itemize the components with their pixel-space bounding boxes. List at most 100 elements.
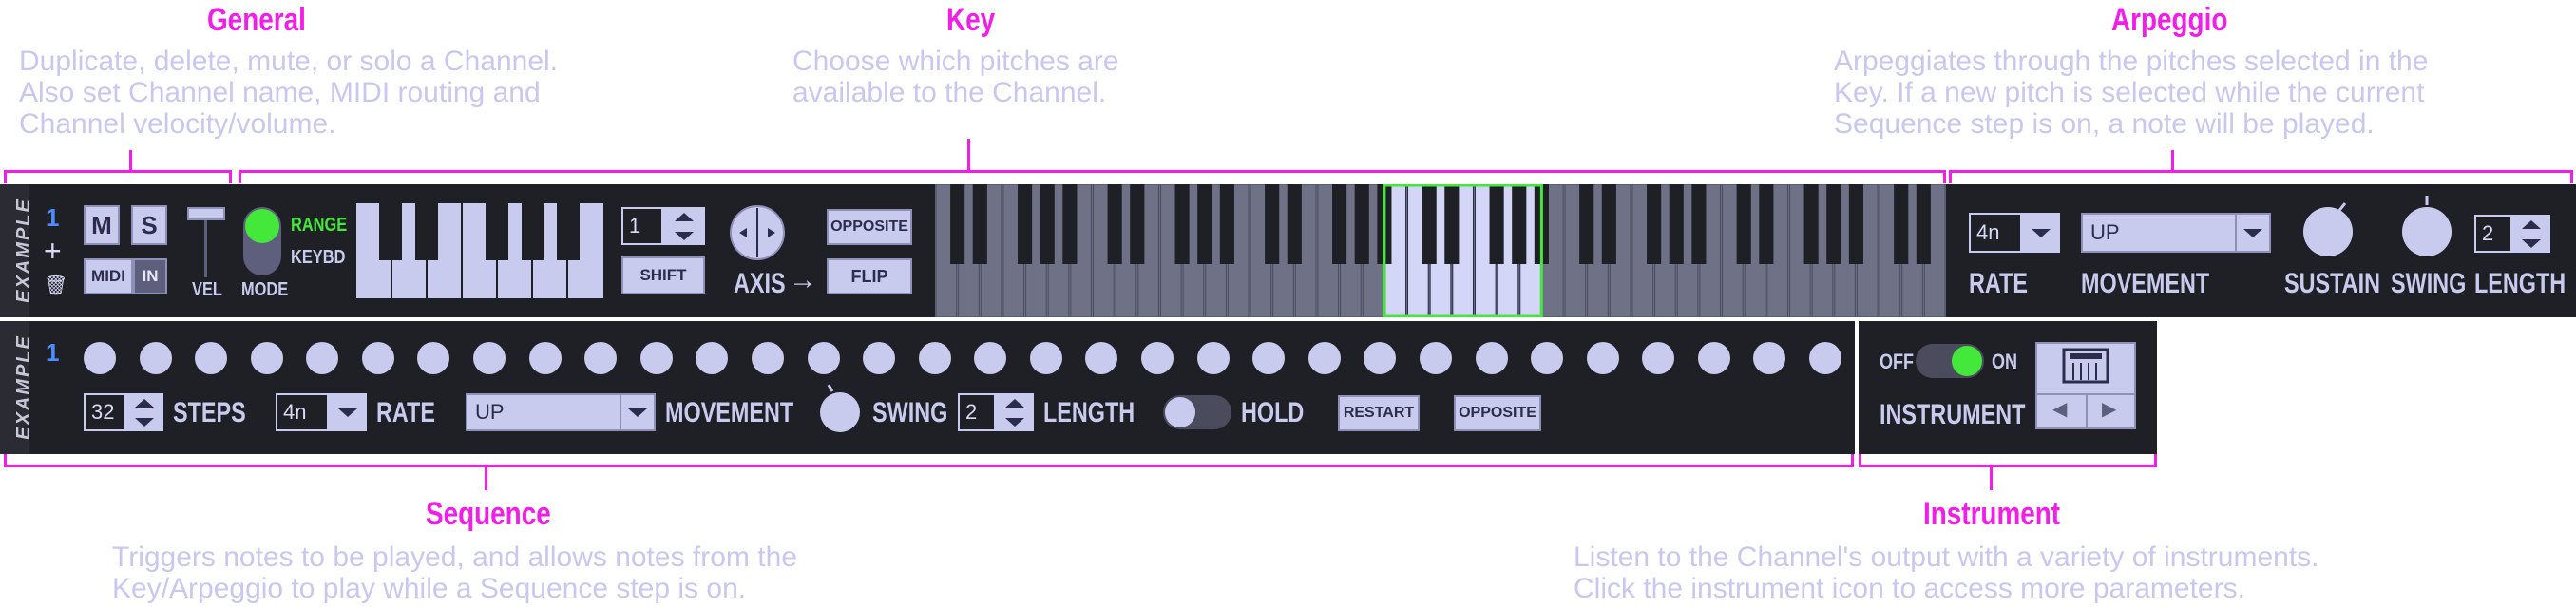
arp-length-down-icon[interactable] bbox=[2522, 238, 2541, 248]
velocity-slider-handle[interactable] bbox=[187, 207, 225, 220]
shift-stepper[interactable] bbox=[663, 207, 705, 245]
sequence-step[interactable] bbox=[808, 342, 840, 374]
flip-button[interactable]: FLIP bbox=[827, 258, 912, 294]
seq-rate-dropdown[interactable] bbox=[329, 393, 367, 431]
range-keyboard[interactable] bbox=[935, 184, 1946, 317]
seq-opposite-button[interactable]: OPPOSITE bbox=[1454, 395, 1541, 431]
piano-black-key[interactable] bbox=[1826, 184, 1841, 264]
key-pitch-selector[interactable] bbox=[356, 203, 603, 298]
sequence-step[interactable] bbox=[1030, 342, 1062, 374]
piano-black-key[interactable] bbox=[1512, 184, 1527, 264]
piano-black-key[interactable] bbox=[1736, 184, 1751, 264]
piano-black-key[interactable] bbox=[1489, 184, 1504, 264]
sequence-step[interactable] bbox=[251, 342, 283, 374]
steps-down-icon[interactable] bbox=[135, 417, 154, 427]
sequence-step[interactable] bbox=[195, 342, 227, 374]
sequence-step[interactable] bbox=[1698, 342, 1730, 374]
piano-black-key[interactable] bbox=[1174, 184, 1190, 264]
piano-black-key[interactable] bbox=[1579, 184, 1594, 264]
piano-black-key[interactable] bbox=[1848, 184, 1863, 264]
steps-up-icon[interactable] bbox=[135, 398, 154, 408]
steps-value[interactable]: 32 bbox=[84, 393, 125, 431]
piano-black-key[interactable] bbox=[1601, 184, 1616, 264]
channel-name-label[interactable]: EXAMPLE bbox=[13, 198, 35, 303]
solo-button[interactable]: S bbox=[131, 205, 167, 245]
piano-black-key[interactable] bbox=[1332, 184, 1347, 264]
sequence-step[interactable] bbox=[1197, 342, 1230, 374]
piano-black-key[interactable] bbox=[1018, 184, 1033, 264]
arp-movement-dropdown[interactable]: UP bbox=[2081, 213, 2271, 253]
sequence-step[interactable] bbox=[1420, 342, 1452, 374]
seq-swing-knob[interactable] bbox=[817, 384, 863, 435]
shift-up-icon[interactable] bbox=[675, 212, 694, 221]
piano-black-key[interactable] bbox=[1354, 184, 1369, 264]
piano-black-key[interactable] bbox=[1759, 184, 1774, 264]
sequence-step[interactable] bbox=[974, 342, 1006, 374]
steps-stepper[interactable] bbox=[125, 393, 163, 431]
piano-black-key[interactable] bbox=[1130, 184, 1145, 264]
seq-length-up-icon[interactable] bbox=[1005, 398, 1024, 408]
sequence-step[interactable] bbox=[1141, 342, 1174, 374]
sequence-step[interactable] bbox=[1753, 342, 1785, 374]
midi-button[interactable]: MIDI bbox=[84, 258, 133, 294]
sequence-step[interactable] bbox=[1364, 342, 1396, 374]
piano-black-key[interactable] bbox=[1197, 184, 1212, 264]
sequence-step[interactable] bbox=[84, 342, 116, 374]
piano-black-key[interactable] bbox=[1265, 184, 1280, 264]
midi-in-button[interactable]: IN bbox=[133, 258, 167, 294]
add-channel-icon[interactable]: + bbox=[44, 234, 62, 269]
piano-black-key[interactable] bbox=[1422, 184, 1437, 264]
sequence-step[interactable] bbox=[640, 342, 673, 374]
sequence-step[interactable] bbox=[473, 342, 506, 374]
arp-length-value[interactable]: 2 bbox=[2474, 215, 2512, 253]
piano-black-key[interactable] bbox=[1894, 184, 1909, 264]
mute-button[interactable]: M bbox=[84, 205, 120, 245]
piano-black-key[interactable] bbox=[1219, 184, 1234, 264]
sequence-step[interactable] bbox=[1809, 342, 1841, 374]
arp-length-up-icon[interactable] bbox=[2522, 219, 2541, 229]
keyboard-instrument-icon[interactable] bbox=[2062, 348, 2109, 384]
seq-length-stepper[interactable] bbox=[996, 393, 1034, 431]
sequence-step[interactable] bbox=[362, 342, 394, 374]
seq-length-down-icon[interactable] bbox=[1005, 417, 1024, 427]
piano-black-key[interactable] bbox=[1669, 184, 1684, 264]
sequence-step[interactable] bbox=[417, 342, 449, 374]
piano-black-key[interactable] bbox=[1107, 184, 1122, 264]
piano-black-key[interactable] bbox=[1287, 184, 1302, 264]
next-instrument-icon[interactable]: ▶ bbox=[2102, 397, 2116, 421]
prev-instrument-icon[interactable]: ◀ bbox=[2052, 397, 2067, 421]
shift-button[interactable]: SHIFT bbox=[621, 256, 705, 294]
restart-button[interactable]: RESTART bbox=[1338, 395, 1420, 431]
sequence-step[interactable] bbox=[1308, 342, 1341, 374]
sequence-step[interactable] bbox=[1252, 342, 1285, 374]
piano-black-key[interactable] bbox=[950, 184, 965, 264]
sequence-step[interactable] bbox=[1531, 342, 1563, 374]
sequence-step[interactable] bbox=[863, 342, 895, 374]
piano-black-key[interactable] bbox=[972, 184, 987, 264]
piano-black-key[interactable] bbox=[1062, 184, 1078, 264]
shift-down-icon[interactable] bbox=[675, 231, 694, 240]
sustain-knob[interactable] bbox=[2298, 199, 2358, 260]
swing-knob[interactable] bbox=[2396, 194, 2457, 260]
axis-knob[interactable] bbox=[728, 203, 787, 262]
piano-black-key[interactable] bbox=[1691, 184, 1707, 264]
sequence-step[interactable] bbox=[752, 342, 784, 374]
delete-channel-icon[interactable]: 🗑 bbox=[44, 274, 67, 297]
piano-black-key[interactable] bbox=[1647, 184, 1662, 264]
piano-black-key[interactable] bbox=[1444, 184, 1460, 264]
piano-black-key[interactable] bbox=[1040, 184, 1055, 264]
seq-length-value[interactable]: 2 bbox=[958, 393, 996, 431]
sequence-step[interactable] bbox=[1476, 342, 1508, 374]
arp-length-stepper[interactable] bbox=[2512, 215, 2550, 253]
sequence-step[interactable] bbox=[696, 342, 728, 374]
sequence-step[interactable] bbox=[1587, 342, 1619, 374]
piano-black-key[interactable] bbox=[1916, 184, 1931, 264]
sequence-step[interactable] bbox=[584, 342, 617, 374]
seq-movement-dropdown[interactable]: UP bbox=[466, 393, 656, 431]
sequence-step[interactable] bbox=[306, 342, 338, 374]
sequence-step[interactable] bbox=[529, 342, 562, 374]
shift-value[interactable]: 1 bbox=[621, 207, 663, 245]
opposite-button[interactable]: OPPOSITE bbox=[827, 209, 912, 245]
arp-rate-value[interactable]: 4n bbox=[1969, 213, 2022, 253]
sequence-step[interactable] bbox=[919, 342, 951, 374]
